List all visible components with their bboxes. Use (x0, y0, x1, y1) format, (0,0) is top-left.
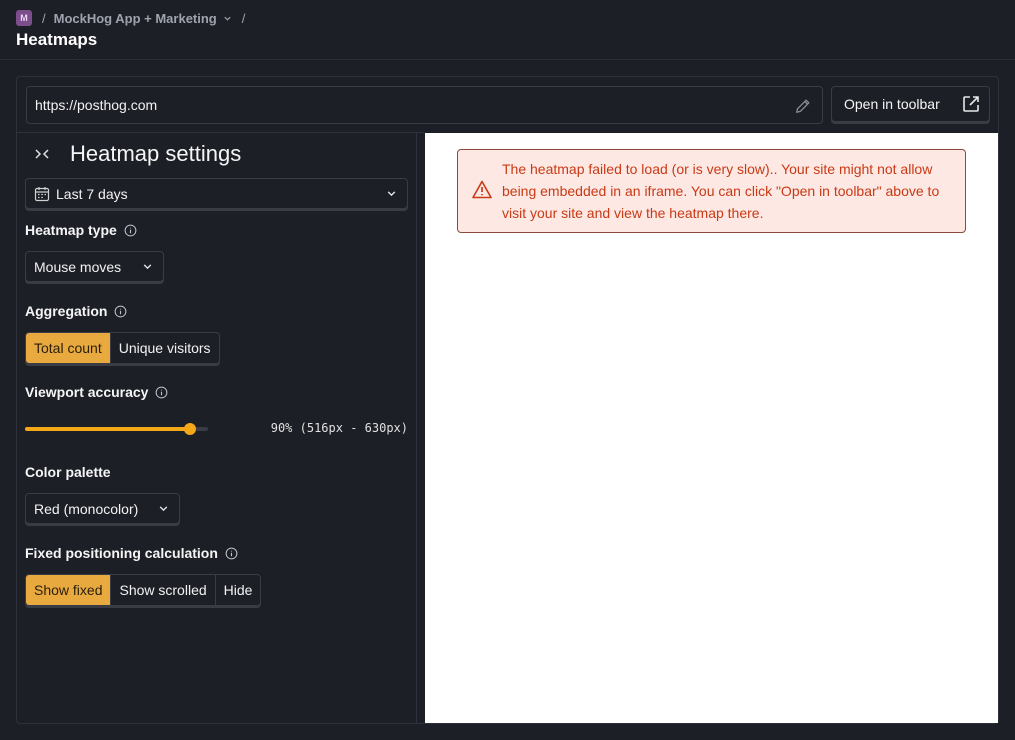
heatmap-panel: https://posthog.com Open in toolbar Heat… (16, 76, 999, 724)
error-message: The heatmap failed to load (or is very s… (502, 161, 940, 221)
aggregation-label: Aggregation (25, 303, 127, 319)
project-name: MockHog App + Marketing (53, 10, 217, 26)
color-palette-select[interactable]: Red (monocolor) (25, 493, 180, 524)
fixed-option-show-scrolled[interactable]: Show scrolled (111, 575, 216, 605)
url-input[interactable]: https://posthog.com (26, 86, 823, 124)
fixed-positioning-toggle: Show fixed Show scrolled Hide (25, 574, 262, 606)
heatmap-type-select[interactable]: Mouse moves (25, 251, 164, 282)
page-title: Heatmaps (16, 30, 98, 49)
breadcrumb: M / MockHog App + Marketing / (16, 10, 253, 26)
chevron-down-icon (143, 264, 152, 270)
viewport-accuracy-readout: 90% (516px - 630px) (270, 421, 408, 435)
info-icon[interactable] (124, 224, 137, 237)
pencil-icon[interactable] (794, 97, 812, 115)
project-avatar[interactable]: M (16, 10, 32, 26)
aggregation-option-total-count[interactable]: Total count (26, 333, 111, 363)
heatmap-type-value: Mouse moves (34, 258, 122, 275)
aggregation-option-unique-visitors[interactable]: Unique visitors (111, 333, 219, 363)
viewport-accuracy-label: Viewport accuracy (25, 384, 168, 400)
warning-icon (472, 180, 492, 199)
chevron-down-icon (159, 506, 168, 512)
color-palette-label: Color palette (25, 464, 111, 480)
viewport-accuracy-slider[interactable] (25, 423, 208, 435)
aggregation-toggle: Total count Unique visitors (25, 332, 220, 364)
heatmap-preview-frame: The heatmap failed to load (or is very s… (425, 133, 998, 723)
aggregation-label-text: Aggregation (25, 303, 108, 319)
project-switcher[interactable]: MockHog App + Marketing (54, 11, 232, 26)
breadcrumb-separator: / (42, 10, 46, 26)
chevron-down-icon (224, 16, 231, 21)
external-link-icon (963, 96, 979, 112)
open-in-toolbar-label: Open in toolbar (844, 96, 940, 112)
viewport-accuracy-label-text: Viewport accuracy (25, 384, 149, 400)
fixed-option-show-fixed[interactable]: Show fixed (26, 575, 112, 605)
settings-title: Heatmap settings (70, 141, 242, 166)
breadcrumb-separator-trailing: / (241, 10, 246, 26)
color-palette-value: Red (monocolor) (34, 500, 139, 517)
chevron-down-icon (387, 191, 396, 197)
info-icon[interactable] (114, 305, 127, 318)
open-in-toolbar-button[interactable]: Open in toolbar (831, 86, 990, 122)
error-banner: The heatmap failed to load (or is very s… (457, 149, 966, 233)
info-icon[interactable] (155, 386, 168, 399)
collapse-sidebar-icon[interactable] (33, 147, 53, 161)
info-icon[interactable] (225, 547, 238, 560)
heatmap-type-label: Heatmap type (25, 222, 137, 238)
heatmap-type-label-text: Heatmap type (25, 222, 117, 238)
url-value: https://posthog.com (35, 97, 158, 113)
date-range-select[interactable]: Last 7 days (25, 178, 408, 209)
fixed-option-hide[interactable]: Hide (216, 575, 261, 605)
fixed-positioning-label: Fixed positioning calculation (25, 545, 238, 561)
slider-thumb[interactable] (184, 423, 196, 435)
slider-fill (25, 427, 190, 431)
date-range-value: Last 7 days (56, 185, 128, 202)
calendar-icon (34, 187, 50, 202)
top-bar: M / MockHog App + Marketing / Heatmaps (0, 0, 1015, 60)
fixed-positioning-label-text: Fixed positioning calculation (25, 545, 218, 561)
settings-sidebar: Heatmap settings Last 7 days Heatmap typ… (17, 133, 417, 723)
